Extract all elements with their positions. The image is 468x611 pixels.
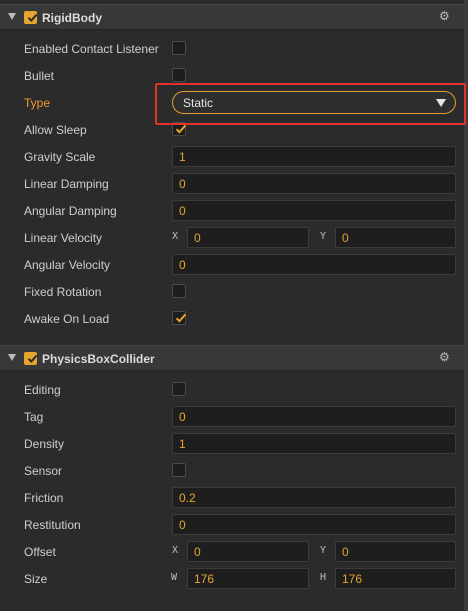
editing-checkbox[interactable] <box>172 382 186 396</box>
physicsboxcollider-title: PhysicsBoxCollider <box>42 352 155 366</box>
size-label: Size <box>24 572 48 586</box>
collapse-arrow-icon[interactable] <box>8 13 16 20</box>
physicsboxcollider-enabled-checkbox[interactable] <box>24 352 38 365</box>
gear-icon[interactable]: ⚙ <box>439 350 450 364</box>
linear-velocity-label: Linear Velocity <box>24 231 103 245</box>
row-linear-velocity: Linear Velocity X 0 Y 0 <box>0 224 464 251</box>
sensor-label: Sensor <box>24 464 63 478</box>
offset-y-input[interactable]: 0 <box>335 541 456 562</box>
type-select-value: Static <box>183 96 214 110</box>
enabled-contact-listener-label: Enabled Contact Listener <box>24 42 159 56</box>
fixed-rotation-checkbox[interactable] <box>172 284 186 298</box>
rigidbody-title: RigidBody <box>42 11 102 25</box>
angular-damping-label: Angular Damping <box>24 204 117 218</box>
row-friction: Friction 0.2 <box>0 484 464 511</box>
checkmark-icon <box>26 11 38 22</box>
allow-sleep-checkbox[interactable] <box>172 122 187 136</box>
angular-damping-input[interactable]: 0 <box>172 200 456 221</box>
collapse-arrow-icon[interactable] <box>8 354 16 361</box>
type-select[interactable]: Static <box>172 91 456 114</box>
row-size: Size W 176 H 176 <box>0 565 464 592</box>
bullet-checkbox[interactable] <box>172 68 186 82</box>
size-h-label: H <box>320 572 327 583</box>
row-fixed-rotation: Fixed Rotation <box>0 278 464 305</box>
checkmark-icon <box>26 352 38 363</box>
friction-label: Friction <box>24 491 64 505</box>
allow-sleep-label: Allow Sleep <box>24 123 87 137</box>
row-tag: Tag 0 <box>0 403 464 430</box>
checkmark-icon <box>175 123 187 134</box>
scrollbar[interactable] <box>464 0 468 611</box>
row-angular-velocity: Angular Velocity 0 <box>0 251 464 278</box>
sensor-checkbox[interactable] <box>172 463 186 477</box>
rigidbody-enabled-checkbox[interactable] <box>24 11 38 24</box>
density-input[interactable]: 1 <box>172 433 456 454</box>
linear-damping-label: Linear Damping <box>24 177 109 191</box>
friction-input[interactable]: 0.2 <box>172 487 456 508</box>
row-type: Type Static <box>0 89 464 116</box>
linear-velocity-x-label: X <box>172 231 179 242</box>
offset-x-input[interactable]: 0 <box>187 541 309 562</box>
linear-damping-input[interactable]: 0 <box>172 173 456 194</box>
physicsboxcollider-header[interactable]: PhysicsBoxCollider ⚙ <box>0 345 464 371</box>
row-restitution: Restitution 0 <box>0 511 464 538</box>
offset-x-label: X <box>172 545 179 556</box>
scrollbar-thumb[interactable] <box>464 0 468 611</box>
row-awake-on-load: Awake On Load <box>0 305 464 332</box>
row-density: Density 1 <box>0 430 464 457</box>
row-editing: Editing <box>0 376 464 403</box>
row-gravity-scale: Gravity Scale 1 <box>0 143 464 170</box>
row-bullet: Bullet <box>0 62 464 89</box>
tag-input[interactable]: 0 <box>172 406 456 427</box>
awake-on-load-checkbox[interactable] <box>172 311 187 325</box>
size-w-label: W <box>171 572 178 583</box>
row-linear-damping: Linear Damping 0 <box>0 170 464 197</box>
fixed-rotation-label: Fixed Rotation <box>24 285 102 299</box>
rigidbody-header[interactable]: RigidBody ⚙ <box>0 4 464 30</box>
restitution-label: Restitution <box>24 518 81 532</box>
gravity-scale-label: Gravity Scale <box>24 150 96 164</box>
row-offset: Offset X 0 Y 0 <box>0 538 464 565</box>
angular-velocity-input[interactable]: 0 <box>172 254 456 275</box>
density-label: Density <box>24 437 65 451</box>
linear-velocity-y-label: Y <box>320 231 327 242</box>
editing-label: Editing <box>24 383 61 397</box>
tag-label: Tag <box>24 410 44 424</box>
bullet-label: Bullet <box>24 69 55 83</box>
offset-label: Offset <box>24 545 56 559</box>
gear-icon[interactable]: ⚙ <box>439 9 450 23</box>
enabled-contact-listener-checkbox[interactable] <box>172 41 186 55</box>
awake-on-load-label: Awake On Load <box>24 312 110 326</box>
row-angular-damping: Angular Damping 0 <box>0 197 464 224</box>
linear-velocity-x-input[interactable]: 0 <box>187 227 309 248</box>
dropdown-caret-icon <box>436 99 446 107</box>
checkmark-icon <box>175 312 187 323</box>
row-allow-sleep: Allow Sleep <box>0 116 464 143</box>
type-label: Type <box>24 96 51 110</box>
inspector-panel: RigidBody ⚙ Enabled Contact Listener Bul… <box>0 0 464 611</box>
linear-velocity-y-input[interactable]: 0 <box>335 227 456 248</box>
restitution-input[interactable]: 0 <box>172 514 456 535</box>
size-h-input[interactable]: 176 <box>335 568 456 589</box>
angular-velocity-label: Angular Velocity <box>24 258 111 272</box>
offset-y-label: Y <box>320 545 327 556</box>
size-w-input[interactable]: 176 <box>187 568 309 589</box>
row-sensor: Sensor <box>0 457 464 484</box>
gravity-scale-input[interactable]: 1 <box>172 146 456 167</box>
row-enabled-contact-listener: Enabled Contact Listener <box>0 35 464 62</box>
